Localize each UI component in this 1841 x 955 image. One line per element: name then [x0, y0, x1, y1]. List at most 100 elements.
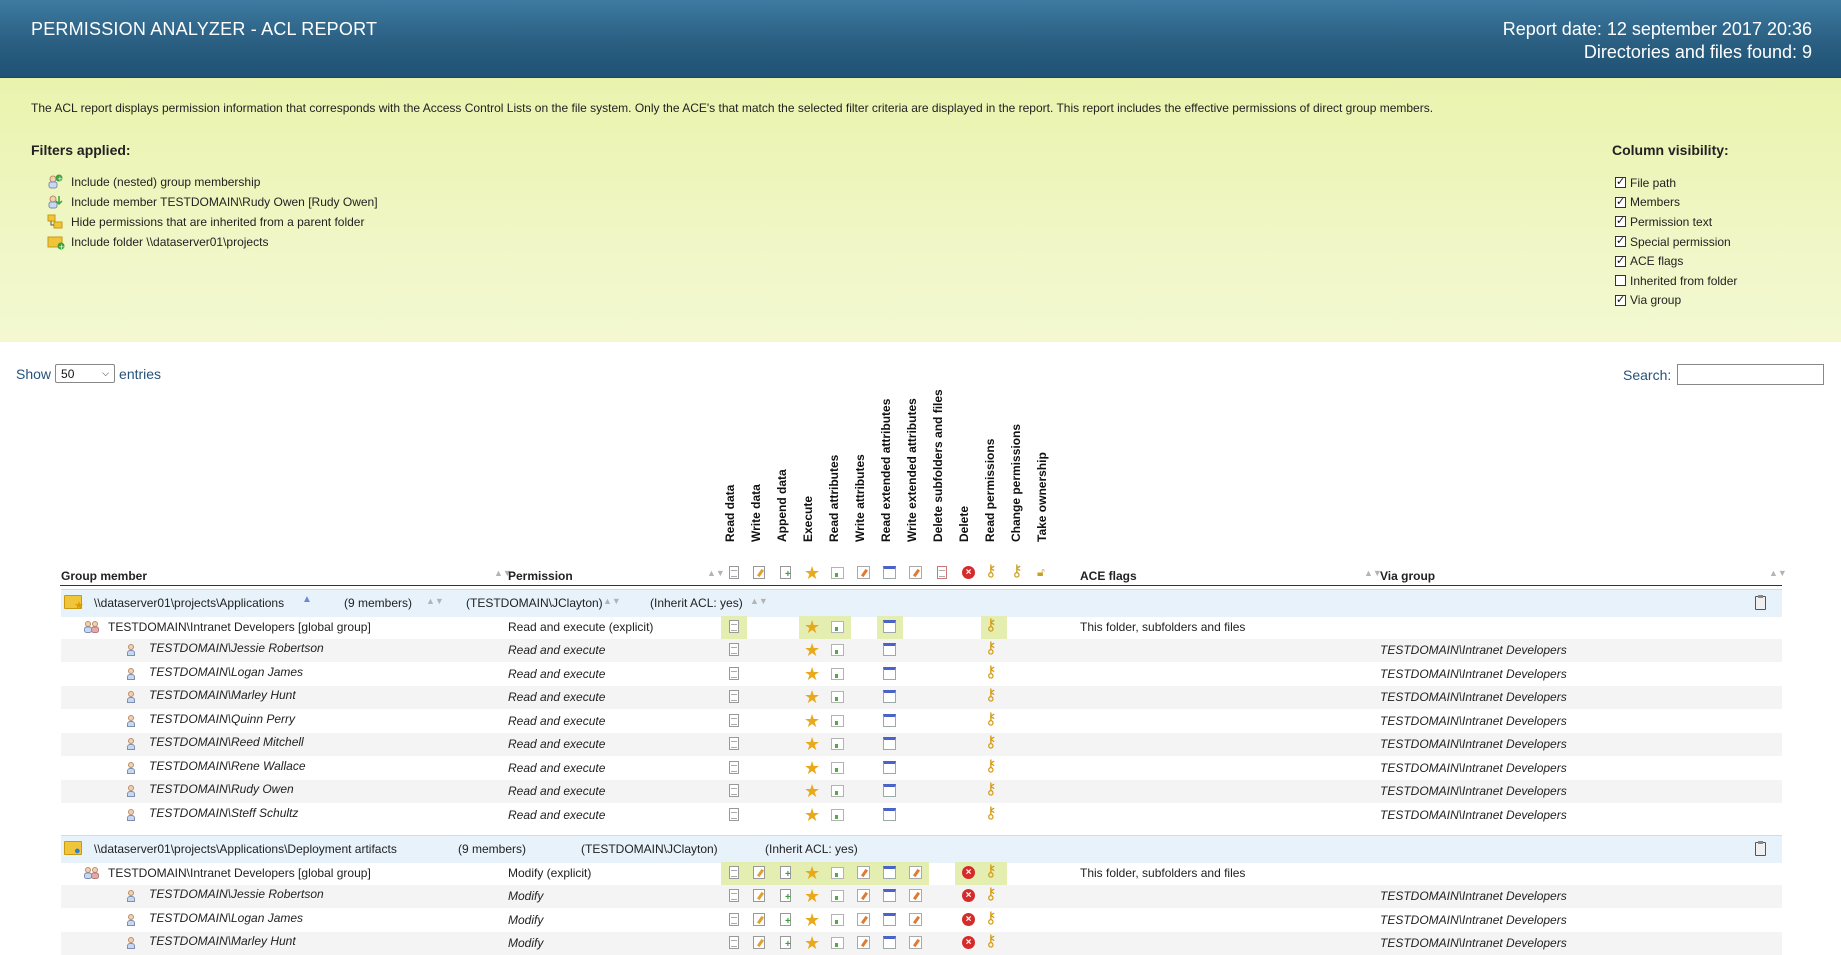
- delete-icon: ×: [962, 912, 975, 926]
- table-row[interactable]: TESTDOMAIN\Rudy Owen Read and execute ★ ⚷ TE…: [61, 780, 1782, 803]
- key-icon: ⚷: [985, 687, 997, 704]
- column-toggle-special-permission[interactable]: Special permission: [1615, 232, 1737, 252]
- table-row[interactable]: TESTDOMAIN\Jessie Robertson Modify ★ × ⚷ TEST…: [61, 885, 1782, 908]
- checkbox[interactable]: [1615, 214, 1626, 228]
- read-extended-attributes-icon: [883, 666, 896, 680]
- permission-cell: [747, 909, 773, 932]
- clipboard-icon[interactable]: [1755, 841, 1766, 856]
- permission-cell: ★: [799, 909, 825, 932]
- key-icon: ⚷: [985, 781, 997, 798]
- permission-cell: [877, 616, 903, 639]
- special-permission-label: Change permissions: [1009, 423, 1023, 542]
- group-membership-icon: +: [47, 174, 67, 190]
- table-row[interactable]: TESTDOMAIN\Marley Hunt Modify ★ × ⚷ TESTDOMAI…: [61, 932, 1782, 955]
- folder-icon: ★: [64, 595, 84, 612]
- column-toggle-inherited-from-folder[interactable]: Inherited from folder: [1615, 271, 1737, 291]
- permission-cell: [773, 885, 799, 908]
- table-row[interactable]: TESTDOMAIN\Intranet Developers [global g…: [61, 616, 1782, 639]
- permission-cell: [721, 733, 747, 756]
- folder-row[interactable]: ● \\dataserver01\projects\Applications\De…: [61, 835, 1782, 863]
- permission-cell: ×: [955, 932, 981, 955]
- col-via-group[interactable]: Via group: [1380, 569, 1435, 583]
- column-toggle-label: Inherited from folder: [1630, 273, 1738, 288]
- permission-cell: ⚷: [981, 639, 1007, 662]
- key-icon: ⚷: [985, 710, 997, 728]
- read-extended-attributes-icon: [883, 737, 896, 750]
- permission-cell: [721, 616, 747, 639]
- col-ace-flags[interactable]: ACE flags: [1080, 569, 1137, 583]
- permission-cell: [773, 909, 799, 932]
- permission-text: Read and execute: [508, 666, 606, 681]
- table-row[interactable]: TESTDOMAIN\Jessie Robertson Read and exec…: [61, 639, 1782, 662]
- checkbox[interactable]: [1615, 175, 1626, 189]
- permission-cell: [903, 885, 929, 908]
- user-icon: [126, 667, 136, 680]
- read-attributes-icon: [831, 785, 844, 797]
- table-row[interactable]: TESTDOMAIN\Marley Hunt Read and execute ★ ⚷…: [61, 686, 1782, 709]
- key-icon: ⚷: [985, 933, 997, 950]
- table-row[interactable]: TESTDOMAIN\Steff Schultz Read and execute…: [61, 804, 1782, 827]
- checkbox[interactable]: [1615, 293, 1626, 306]
- member-name: TESTDOMAIN\Logan James: [149, 910, 304, 925]
- checkbox[interactable]: [1615, 275, 1626, 287]
- table-row[interactable]: TESTDOMAIN\Quinn Perry Read and execute ★ ⚷…: [61, 710, 1782, 733]
- folder-inherit: (Inherit ACL: yes): [765, 842, 858, 856]
- table-row[interactable]: TESTDOMAIN\Intranet Developers [global g…: [61, 862, 1782, 885]
- folder-row[interactable]: ★ \\dataserver01\projects\Applications ▲ (9…: [61, 589, 1782, 617]
- column-toggle-members[interactable]: Members: [1615, 193, 1737, 213]
- execute-star-icon: ★: [804, 640, 821, 660]
- search-input[interactable]: [1677, 364, 1825, 385]
- read-data-icon: [729, 866, 739, 879]
- page-size-value: 50: [61, 366, 75, 381]
- permission-text: Read and execute: [508, 760, 606, 775]
- permission-cell: ★: [799, 862, 825, 885]
- table-row[interactable]: TESTDOMAIN\Reed Mitchell Read and execute…: [61, 733, 1782, 756]
- checkbox[interactable]: [1615, 254, 1626, 267]
- permission-cell: [825, 616, 851, 639]
- read-data-icon: [729, 912, 739, 926]
- page-size-select[interactable]: 50 ⌵: [55, 364, 116, 383]
- write-attributes-icon: [857, 566, 870, 579]
- column-toggle-permission-text[interactable]: Permission text: [1615, 212, 1737, 232]
- col-group-member[interactable]: Group member: [61, 569, 147, 583]
- sort-asc-icon[interactable]: ▲: [302, 594, 312, 605]
- show-entries: Show 50 ⌵ entries: [16, 364, 161, 383]
- append-data-icon: [780, 889, 791, 903]
- write-attributes-icon: [857, 866, 870, 879]
- permission-cell: [825, 686, 851, 709]
- permission-cell: ×: [955, 885, 981, 908]
- permission-cell: ⚷: [981, 932, 1007, 955]
- sort-icon[interactable]: ▲▼: [1769, 568, 1787, 578]
- col-permission[interactable]: Permission: [508, 569, 573, 583]
- column-toggle-via-group[interactable]: Via group: [1615, 291, 1737, 311]
- column-toggle-file-path[interactable]: File path: [1615, 173, 1737, 193]
- clipboard-icon[interactable]: [1755, 595, 1766, 610]
- header-divider: [60, 585, 1782, 586]
- read-extended-attributes-icon: [883, 643, 896, 656]
- report-header: PERMISSION ANALYZER - ACL REPORT Report …: [0, 0, 1841, 78]
- checkbox[interactable]: [1615, 195, 1626, 208]
- filter-label: Include folder \\dataserver01\projects: [71, 235, 269, 249]
- user-icon: [126, 937, 136, 949]
- column-toggle-label: Special permission: [1630, 234, 1731, 249]
- execute-star-icon: ★: [804, 710, 821, 731]
- checkbox[interactable]: [1615, 234, 1626, 248]
- folder-path: \\dataserver01\projects\Applications: [94, 596, 285, 610]
- via-group: TESTDOMAIN\Intranet Developers: [1380, 936, 1567, 950]
- read-attributes-icon: [831, 667, 844, 680]
- permission-cell: [747, 862, 773, 885]
- star-icon: ★: [74, 600, 84, 612]
- read-extended-attributes-icon: [883, 889, 896, 902]
- column-toggle-ace-flags[interactable]: ACE flags: [1615, 251, 1737, 271]
- sort-icon[interactable]: ▲▼: [426, 596, 444, 606]
- permission-cell: [877, 780, 903, 803]
- table-row[interactable]: TESTDOMAIN\Logan James Modify ★ × ⚷ TESTDOMAI…: [61, 909, 1782, 932]
- table-row[interactable]: TESTDOMAIN\Logan James Read and execute ★ ⚷…: [61, 663, 1782, 686]
- permission-cell: [903, 932, 929, 955]
- table-row[interactable]: TESTDOMAIN\Rene Wallace Read and execute ★…: [61, 757, 1782, 780]
- user-icon: [126, 691, 136, 703]
- sort-icon[interactable]: ▲▼: [603, 596, 621, 606]
- permission-cell: [825, 909, 851, 932]
- sort-icon[interactable]: ▲▼: [750, 596, 768, 606]
- append-data-icon: [780, 566, 791, 580]
